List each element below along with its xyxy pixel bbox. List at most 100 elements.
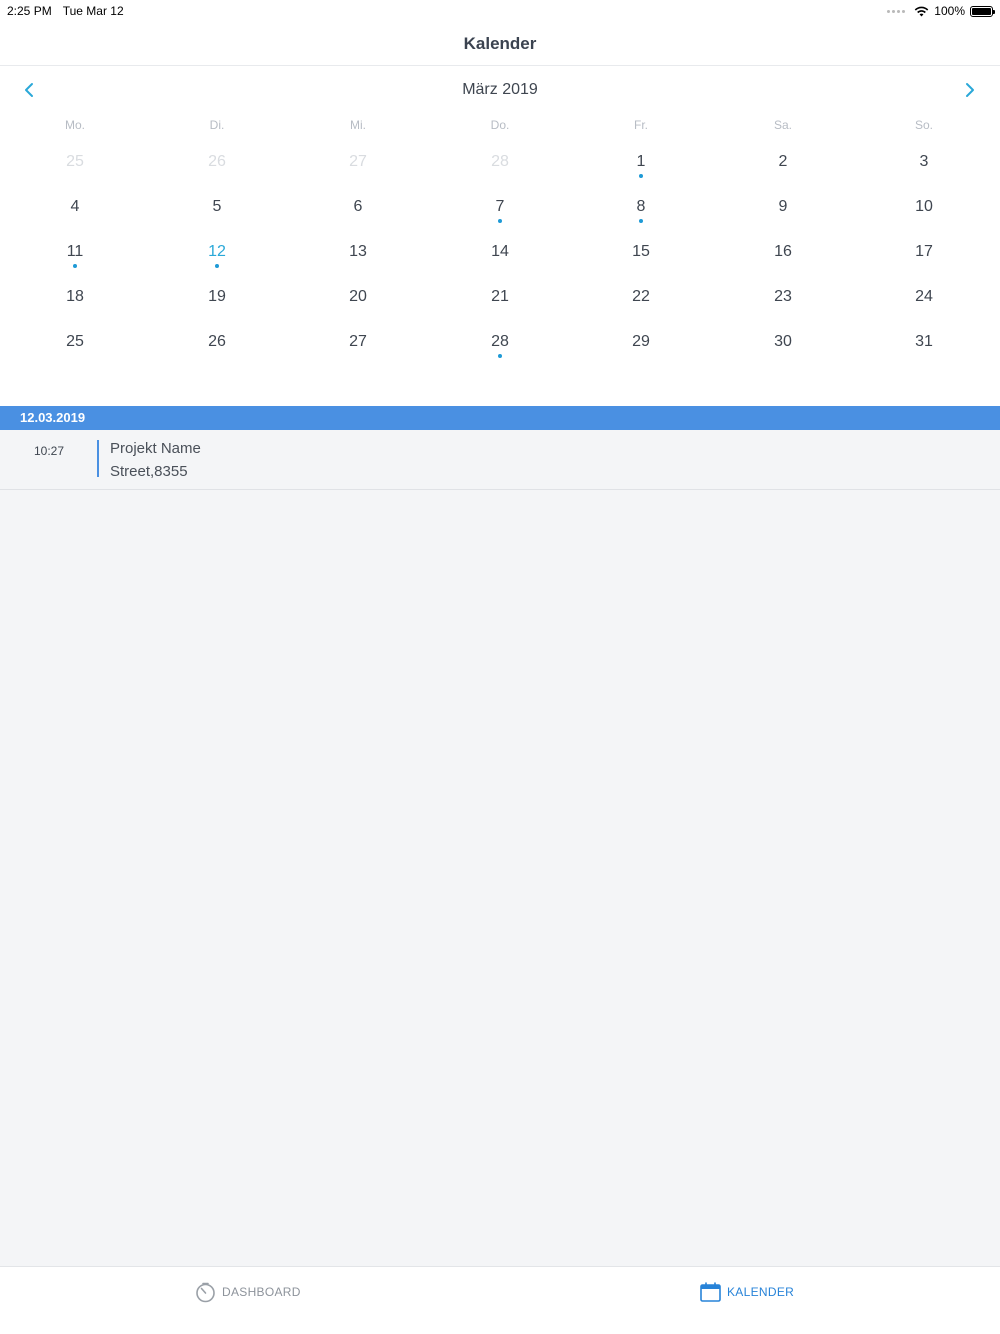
day-number: 8	[636, 198, 646, 215]
weekday-label: Mi.	[350, 118, 366, 132]
next-month-button[interactable]	[960, 80, 980, 100]
event-indicator-dot	[639, 219, 643, 223]
day-number: 14	[491, 243, 509, 260]
calendar-day[interactable]: 10	[894, 197, 954, 237]
event-list-item[interactable]: 10:27 Projekt Name Street,8355	[0, 430, 1000, 490]
day-number: 21	[491, 288, 509, 305]
calendar-day[interactable]: 26	[187, 332, 247, 372]
calendar-day[interactable]: 20	[328, 287, 388, 327]
day-number: 19	[208, 288, 226, 305]
day-number: 24	[915, 288, 933, 305]
day-number: 1	[636, 153, 646, 170]
weekday-label: So.	[914, 118, 933, 132]
month-header: März 2019	[0, 66, 1000, 114]
event-indicator-dot	[639, 174, 643, 178]
day-number: 5	[212, 198, 222, 215]
chevron-right-icon	[966, 83, 974, 97]
day-number: 27	[349, 333, 367, 350]
calendar-day[interactable]: 2	[753, 152, 813, 192]
month-title: März 2019	[462, 81, 538, 98]
calendar-day[interactable]: 8	[611, 197, 671, 237]
day-number: 25	[66, 153, 84, 170]
tab-bar: DASHBOARD KALENDER	[0, 1266, 1000, 1334]
event-subtitle: Street,8355	[110, 463, 188, 480]
calendar-day[interactable]: 1	[611, 152, 671, 192]
calendar-day[interactable]: 31	[894, 332, 954, 372]
day-number: 26	[208, 333, 226, 350]
selected-date-header: 12.03.2019	[0, 406, 1000, 430]
calendar-day[interactable]: 4	[45, 197, 105, 237]
day-number: 20	[349, 288, 367, 305]
day-number: 23	[774, 288, 792, 305]
tab-dashboard-label: DASHBOARD	[222, 1285, 301, 1299]
event-title: Projekt Name	[110, 440, 201, 457]
calendar-day[interactable]: 15	[611, 242, 671, 282]
page-title: Kalender	[463, 33, 537, 53]
calendar-day[interactable]: 7	[470, 197, 530, 237]
calendar-day[interactable]: 24	[894, 287, 954, 327]
event-time: 10:27	[34, 444, 65, 458]
status-time: 2:25 PM	[7, 4, 52, 18]
day-number: 17	[915, 243, 933, 260]
tab-kalender-label: KALENDER	[727, 1285, 795, 1299]
calendar-day[interactable]: 3	[894, 152, 954, 192]
calendar-day[interactable]: 23	[753, 287, 813, 327]
day-number: 30	[774, 333, 792, 350]
calendar-day[interactable]: 6	[328, 197, 388, 237]
battery-icon	[970, 5, 995, 17]
cellular-signal-icon	[887, 9, 906, 13]
calendar-day[interactable]: 29	[611, 332, 671, 372]
calendar-day[interactable]: 18	[45, 287, 105, 327]
day-number: 31	[915, 333, 933, 350]
calendar-day[interactable]: 25	[45, 332, 105, 372]
weekday-label: Sa.	[773, 118, 792, 132]
calendar-day[interactable]: 28	[470, 332, 530, 372]
calendar-day[interactable]: 14	[470, 242, 530, 282]
day-number: 26	[208, 153, 226, 170]
timer-icon	[196, 1282, 215, 1302]
day-number: 16	[774, 243, 792, 260]
calendar-day[interactable]: 5	[187, 197, 247, 237]
day-number: 25	[66, 333, 84, 350]
tab-dashboard[interactable]: DASHBOARD	[195, 1281, 301, 1303]
day-number: 22	[632, 288, 650, 305]
calendar-day[interactable]: 25	[45, 152, 105, 192]
calendar-day[interactable]: 22	[611, 287, 671, 327]
weekday-label: Do.	[490, 118, 510, 132]
day-number: 4	[70, 198, 80, 215]
day-number: 6	[353, 198, 363, 215]
calendar-day[interactable]: 26	[187, 152, 247, 192]
day-number: 27	[349, 153, 367, 170]
navigation-bar: Kalender	[0, 22, 1000, 66]
calendar-day[interactable]: 17	[894, 242, 954, 282]
weekday-label: Di.	[209, 118, 225, 132]
status-bar: 2:25 PM Tue Mar 12 100%	[0, 0, 1000, 22]
day-number: 15	[632, 243, 650, 260]
weekday-label: Fr.	[634, 118, 648, 132]
calendar-day[interactable]: 30	[753, 332, 813, 372]
calendar-day[interactable]: 11	[45, 242, 105, 282]
calendar-day[interactable]: 12	[187, 242, 247, 282]
day-number: 11	[66, 243, 84, 260]
event-indicator-dot	[73, 264, 77, 268]
event-indicator-dot	[498, 219, 502, 223]
calendar-day[interactable]: 13	[328, 242, 388, 282]
day-number: 28	[491, 333, 509, 350]
calendar-day[interactable]: 19	[187, 287, 247, 327]
calendar-day[interactable]: 16	[753, 242, 813, 282]
tab-kalender[interactable]: KALENDER	[700, 1281, 794, 1303]
calendar-day[interactable]: 27	[328, 332, 388, 372]
event-indicator-dot	[215, 264, 219, 268]
event-accent-bar	[97, 440, 99, 477]
calendar-day[interactable]: 28	[470, 152, 530, 192]
weekday-label: Mo.	[64, 118, 85, 132]
month-calendar: März 2019 Mo. Di. Mi. Do. Fr. Sa. So. 25 26 27 28…	[0, 66, 1000, 406]
day-number: 18	[66, 288, 84, 305]
battery-percent: 100%	[934, 4, 965, 18]
calendar-day[interactable]: 21	[470, 287, 530, 327]
calendar-day[interactable]: 9	[753, 197, 813, 237]
day-number: 7	[495, 198, 505, 215]
day-number: 12	[208, 243, 226, 260]
calendar-day[interactable]: 27	[328, 152, 388, 192]
event-indicator-dot	[498, 354, 502, 358]
